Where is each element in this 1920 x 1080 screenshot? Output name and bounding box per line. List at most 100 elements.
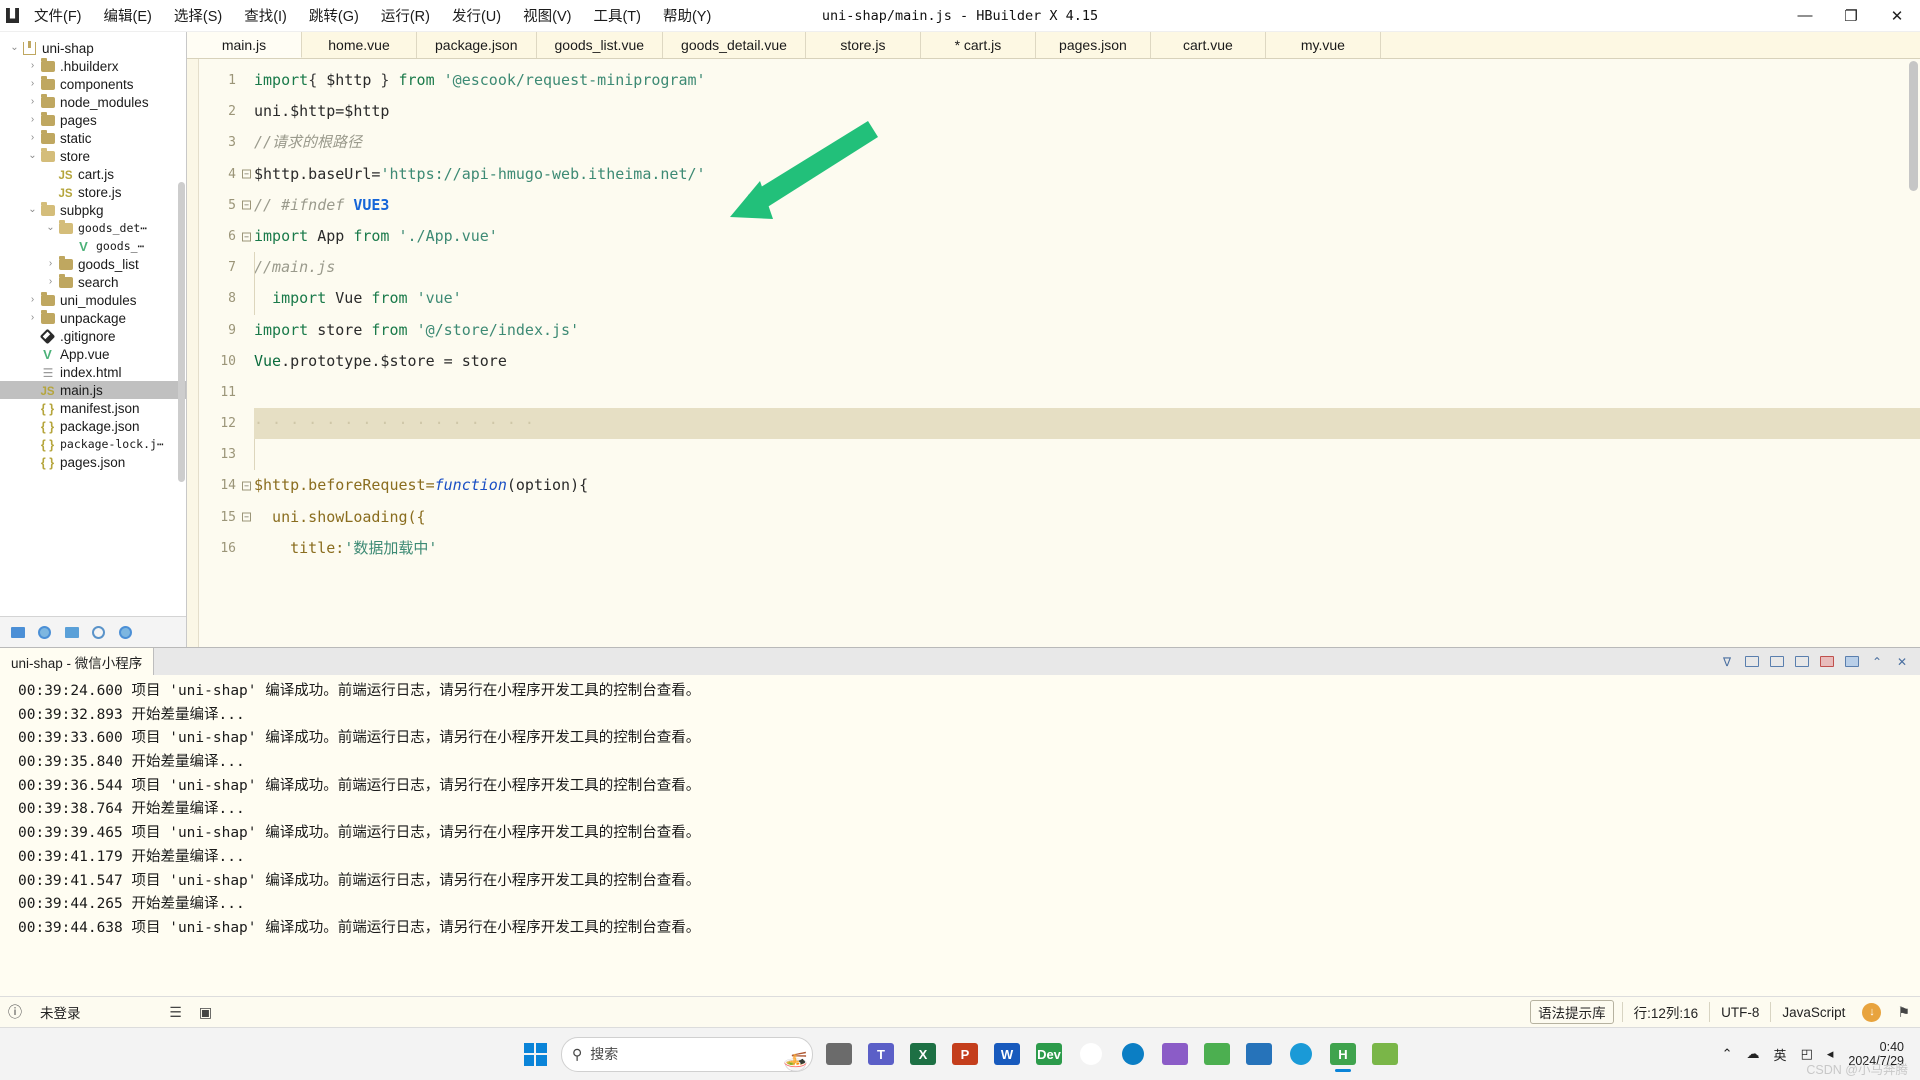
download-icon[interactable]: ↓ [1862, 1002, 1882, 1022]
cursor-position[interactable]: 行:12列:16 [1621, 1002, 1710, 1022]
menu-view[interactable]: 视图(V) [512, 0, 582, 31]
menu-publish[interactable]: 发行(U) [441, 0, 512, 31]
marker-column[interactable] [187, 59, 199, 647]
tree-item-static[interactable]: › static [0, 129, 186, 147]
chevron-icon[interactable]: ⌄ [8, 39, 21, 57]
tree-item-index-html[interactable]: ☰ index.html [0, 363, 186, 381]
edge-dev-button[interactable] [1113, 1034, 1153, 1074]
code-content[interactable]: import{ $http } from '@escook/request-mi… [240, 59, 1920, 647]
menu-tools[interactable]: 工具(T) [582, 0, 652, 31]
tree-item-store-js[interactable]: JS store.js [0, 183, 186, 201]
code-line[interactable]: Vue.prototype.$store = store [254, 346, 1920, 377]
editor-tab-home-vue[interactable]: home.vue [302, 32, 417, 58]
tree-item--gitignore[interactable]: .gitignore [0, 327, 186, 345]
editor-tab-my-vue[interactable]: my.vue [1265, 32, 1381, 58]
tree-item-goods-list[interactable]: › goods_list [0, 255, 186, 273]
tree-item-pages[interactable]: › pages [0, 111, 186, 129]
tree-item-manifest-json[interactable]: { } manifest.json [0, 399, 186, 417]
word-button[interactable]: W [987, 1034, 1027, 1074]
chevron-icon[interactable]: › [26, 93, 39, 111]
encoding-selector[interactable]: UTF-8 [1709, 1002, 1770, 1022]
tree-item-node-modules[interactable]: › node_modules [0, 93, 186, 111]
maximize-button[interactable]: ❐ [1828, 0, 1874, 31]
extension-button[interactable] [116, 623, 135, 642]
editor-tab-goods-list-vue[interactable]: goods_list.vue [536, 32, 664, 58]
tree-item-cart-js[interactable]: JS cart.js [0, 165, 186, 183]
chevron-icon[interactable]: ⌄ [44, 219, 57, 237]
tree-item-package-lock-j-[interactable]: { } package-lock.j⋯ [0, 435, 186, 453]
chevron-icon[interactable]: › [26, 57, 39, 75]
tree-item-subpkg[interactable]: ⌄ subpkg [0, 201, 186, 219]
close-panel-icon[interactable]: ✕ [1894, 655, 1910, 669]
globe-button[interactable] [35, 623, 54, 642]
tree-item-unpackage[interactable]: › unpackage [0, 309, 186, 327]
close-button[interactable]: ✕ [1874, 0, 1920, 31]
chevron-icon[interactable]: ⌄ [26, 201, 39, 219]
hbuilder-button[interactable]: H [1323, 1034, 1363, 1074]
sidebar-scrollbar[interactable] [178, 182, 185, 482]
wechat-button[interactable] [1197, 1034, 1237, 1074]
panel-split-icon[interactable] [1794, 655, 1810, 669]
notification-bell-icon[interactable]: ⚑ [1897, 1004, 1910, 1021]
code-line[interactable]: · · · · · · · · · · · · · · · · [254, 408, 1920, 440]
plugin-button[interactable] [89, 623, 108, 642]
powerpoint-button[interactable]: P [945, 1034, 985, 1074]
editor-tab-pages-json[interactable]: pages.json [1035, 32, 1151, 58]
taskview-button[interactable] [819, 1034, 859, 1074]
tree-item-goods-det-[interactable]: ⌄ goods_det⋯ [0, 219, 186, 237]
chevron-icon[interactable]: › [26, 309, 39, 327]
editor-tab-cart-vue[interactable]: cart.vue [1150, 32, 1266, 58]
tree-item-package-json[interactable]: { } package.json [0, 417, 186, 435]
login-status[interactable]: 未登录 [30, 1002, 91, 1022]
tree-item-components[interactable]: › components [0, 75, 186, 93]
editor-tab-store-js[interactable]: store.js [805, 32, 921, 58]
vs-button[interactable] [1155, 1034, 1195, 1074]
debug-button[interactable] [62, 623, 81, 642]
tree-item-search[interactable]: › search [0, 273, 186, 291]
tree-item-uni-shap[interactable]: ⌄ uni-shap [0, 39, 186, 57]
collapse-icon[interactable]: ⌃ [1869, 655, 1885, 669]
code-line[interactable]: import Vue from 'vue' [254, 283, 1920, 315]
language-mode[interactable]: JavaScript [1770, 1002, 1856, 1022]
grid-view-icon[interactable]: ▣ [191, 1004, 221, 1021]
tray-chevron-icon[interactable]: ⌃ [1717, 1046, 1738, 1062]
code-line[interactable]: //请求的根路径 [254, 127, 1920, 158]
vscode-button[interactable] [1239, 1034, 1279, 1074]
code-line[interactable] [254, 377, 1920, 408]
tree-item--hbuilderx[interactable]: › .hbuilderx [0, 57, 186, 75]
panel-left-icon[interactable] [1744, 655, 1760, 669]
menu-run[interactable]: 运行(R) [370, 0, 441, 31]
chevron-icon[interactable]: › [26, 111, 39, 129]
code-line[interactable]: $http.beforeRequest=function(option){ [254, 470, 1920, 501]
project-tree[interactable]: ⌄ uni-shap › .hbuilderx › components › node_mod… [0, 32, 186, 616]
code-line[interactable]: title:'数据加载中' [254, 533, 1920, 564]
menu-goto[interactable]: 跳转(G) [298, 0, 370, 31]
code-line[interactable]: // #ifndef VUE3 [254, 190, 1920, 221]
teams-button[interactable]: T [861, 1034, 901, 1074]
ime-indicator[interactable]: 英 [1769, 1045, 1792, 1064]
chevron-icon[interactable]: ⌄ [26, 147, 39, 165]
tree-item-store[interactable]: ⌄ store [0, 147, 186, 165]
menu-find[interactable]: 查找(I) [233, 0, 298, 31]
editor-tab-cart-js[interactable]: * cart.js [920, 32, 1036, 58]
chevron-icon[interactable]: › [44, 255, 57, 273]
edge-button[interactable] [1281, 1034, 1321, 1074]
menu-file[interactable]: 文件(F) [23, 0, 93, 31]
tree-item-main-js[interactable]: JS main.js [0, 381, 186, 399]
clear-console-icon[interactable] [1819, 655, 1835, 669]
chevron-icon[interactable]: › [44, 273, 57, 291]
chevron-icon[interactable]: › [26, 291, 39, 309]
code-line[interactable]: $http.baseUrl='https://api-hmugo-web.ith… [254, 159, 1920, 190]
editor-tab-main-js[interactable]: main.js [187, 32, 302, 58]
code-area[interactable]: 1 2 3 4−5−6−7 8 9 10 11 12 13 14−15−16 import{ $ht… [187, 59, 1920, 647]
editor-tab-package-json[interactable]: package.json [417, 32, 537, 58]
tree-item-uni-modules[interactable]: › uni_modules [0, 291, 186, 309]
taskbar-search[interactable]: ⚲ 搜索 🍜 [561, 1036, 813, 1072]
minimize-button[interactable]: — [1782, 0, 1828, 31]
misc-button[interactable] [1365, 1034, 1405, 1074]
start-button[interactable] [515, 1034, 555, 1074]
chevron-icon[interactable]: › [26, 75, 39, 93]
code-line[interactable]: uni.showLoading({ [254, 502, 1920, 533]
code-line[interactable]: import{ $http } from '@escook/request-mi… [254, 65, 1920, 96]
menu-edit[interactable]: 编辑(E) [93, 0, 163, 31]
